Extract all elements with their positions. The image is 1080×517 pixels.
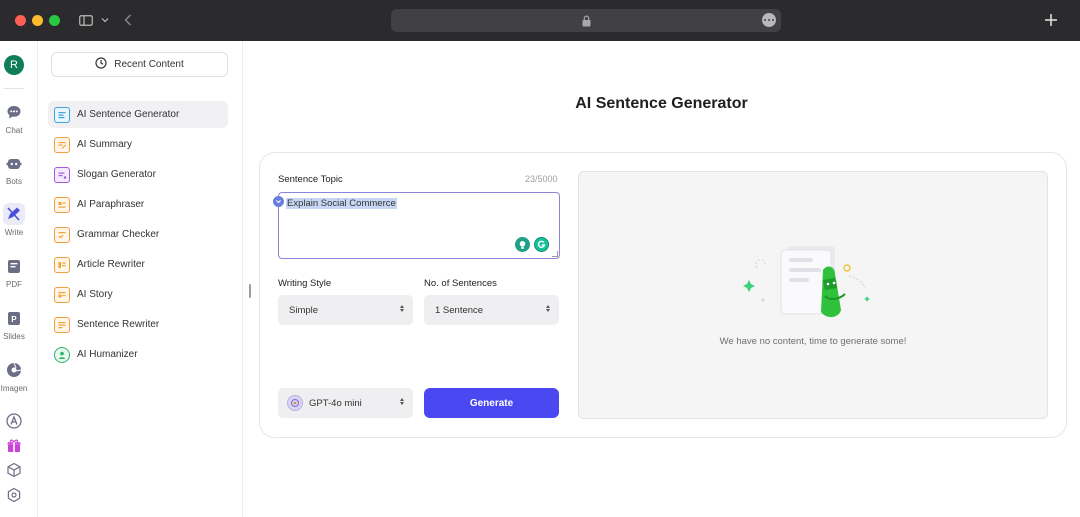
- slogan-icon: [54, 166, 70, 183]
- rail-item-chat[interactable]: Chat: [0, 101, 28, 135]
- pdf-icon: [3, 255, 25, 277]
- select-arrows-icon: [400, 305, 404, 312]
- address-bar[interactable]: [391, 9, 781, 32]
- recent-content-button[interactable]: Recent Content: [51, 52, 228, 77]
- cube-icon[interactable]: [6, 462, 22, 478]
- rail-item-write[interactable]: Write: [0, 203, 28, 237]
- generate-button[interactable]: Generate: [424, 388, 559, 418]
- back-icon[interactable]: [121, 10, 135, 30]
- rail-item-bots[interactable]: Bots: [0, 152, 28, 186]
- sentence-generator-icon: [54, 106, 70, 123]
- assistant-widgets: [515, 237, 549, 252]
- page-title: AI Sentence Generator: [575, 95, 748, 112]
- lock-icon: [582, 14, 591, 32]
- humanizer-icon: [54, 346, 70, 363]
- model-value: GPT-4o mini: [309, 397, 362, 409]
- menu-item-slogan-generator[interactable]: Slogan Generator: [48, 161, 228, 188]
- menu-item-sentence-rewriter[interactable]: Sentence Rewriter: [48, 311, 228, 338]
- menu-item-grammar-checker[interactable]: Grammar Checker: [48, 221, 228, 248]
- bot-icon: [3, 152, 25, 174]
- topic-textarea[interactable]: Explain Social Commerce: [273, 192, 560, 259]
- svg-text:P: P: [11, 315, 17, 324]
- minimize-window-button[interactable]: [32, 15, 43, 26]
- gift-icon[interactable]: [6, 438, 22, 454]
- character-counter: 23/5000: [525, 174, 558, 184]
- write-icon: [3, 203, 25, 225]
- maximize-window-button[interactable]: [49, 15, 60, 26]
- rail-item-imagen[interactable]: Imagen: [0, 359, 28, 393]
- menu-item-label: AI Summary: [77, 139, 133, 150]
- menu-item-label: AI Sentence Generator: [77, 109, 180, 120]
- app-rail: R Chat Bots Write PDF P Slides Imagen: [0, 41, 38, 517]
- rail-label: Chat: [5, 126, 23, 135]
- rail-label: PDF: [6, 280, 22, 289]
- output-panel: We have no content, time to generate som…: [578, 171, 1048, 419]
- menu-item-label: Slogan Generator: [77, 169, 156, 180]
- menu-item-label: AI Story: [77, 289, 113, 300]
- menu-item-label: AI Paraphraser: [77, 199, 145, 210]
- writing-style-value: Simple: [289, 304, 319, 316]
- slides-icon: P: [3, 307, 25, 329]
- writing-style-select[interactable]: Simple: [278, 295, 413, 325]
- imagen-icon: [3, 359, 25, 381]
- more-icon[interactable]: [762, 13, 776, 27]
- close-window-button[interactable]: [15, 15, 26, 26]
- menu-item-ai-summary[interactable]: AI Summary: [48, 131, 228, 158]
- paraphraser-icon: [54, 196, 70, 213]
- menu-item-ai-paraphraser[interactable]: AI Paraphraser: [48, 191, 228, 218]
- rail-label: Bots: [5, 177, 22, 186]
- panel-resize-handle[interactable]: [249, 284, 251, 298]
- article-rewriter-icon: [54, 256, 70, 273]
- recent-content-label: Recent Content: [114, 59, 184, 70]
- menu-item-label: Sentence Rewriter: [77, 319, 160, 330]
- browser-toolbar: [0, 0, 1080, 41]
- tools-menu: Recent Content AI Sentence Generator AI …: [38, 41, 243, 517]
- menu-item-label: AI Humanizer: [77, 349, 138, 360]
- avatar[interactable]: R: [4, 55, 24, 75]
- model-icon: [287, 395, 303, 411]
- topic-text: Explain Social Commerce: [286, 198, 397, 209]
- clock-icon: [95, 57, 107, 72]
- menu-item-label: Grammar Checker: [77, 229, 160, 240]
- menu-item-article-rewriter[interactable]: Article Rewriter: [48, 251, 228, 278]
- sentence-count-value: 1 Sentence: [435, 304, 484, 316]
- chevron-down-icon[interactable]: [99, 10, 111, 30]
- sentence-rewriter-icon: [54, 316, 70, 333]
- menu-item-ai-humanizer[interactable]: AI Humanizer: [48, 341, 228, 368]
- lightbulb-icon[interactable]: [515, 237, 530, 252]
- grammar-checker-icon: [54, 226, 70, 243]
- rail-item-slides[interactable]: P Slides: [0, 307, 28, 341]
- settings-icon[interactable]: [6, 487, 22, 503]
- sentence-count-label: No. of Sentences: [424, 278, 497, 289]
- menu-item-label: Article Rewriter: [77, 259, 145, 270]
- divider: [4, 88, 24, 89]
- text-cursor-icon: [273, 196, 284, 207]
- story-icon: [54, 286, 70, 303]
- menu-item-ai-sentence-generator[interactable]: AI Sentence Generator: [48, 101, 228, 128]
- summary-icon: [54, 136, 70, 153]
- chat-icon: [3, 101, 25, 123]
- app-store-icon[interactable]: [6, 413, 22, 429]
- sidebar-toggle-icon[interactable]: [78, 10, 94, 30]
- empty-state-illustration: [739, 238, 879, 328]
- plus-icon[interactable]: [1042, 11, 1060, 29]
- rail-label: Write: [4, 228, 24, 237]
- topic-label: Sentence Topic: [278, 174, 343, 185]
- grammarly-icon[interactable]: [534, 237, 549, 252]
- writing-style-label: Writing Style: [278, 278, 332, 289]
- rail-item-pdf[interactable]: PDF: [0, 255, 28, 289]
- model-select[interactable]: GPT-4o mini: [278, 388, 413, 418]
- rail-label: Imagen: [0, 384, 28, 393]
- empty-state-message: We have no content, time to generate som…: [719, 336, 907, 347]
- menu-item-ai-story[interactable]: AI Story: [48, 281, 228, 308]
- resize-grip-icon[interactable]: [552, 251, 558, 257]
- select-arrows-icon: [400, 398, 404, 405]
- sentence-count-select[interactable]: 1 Sentence: [424, 295, 559, 325]
- avatar-letter: R: [10, 59, 18, 71]
- rail-label: Slides: [3, 332, 25, 341]
- select-arrows-icon: [546, 305, 550, 312]
